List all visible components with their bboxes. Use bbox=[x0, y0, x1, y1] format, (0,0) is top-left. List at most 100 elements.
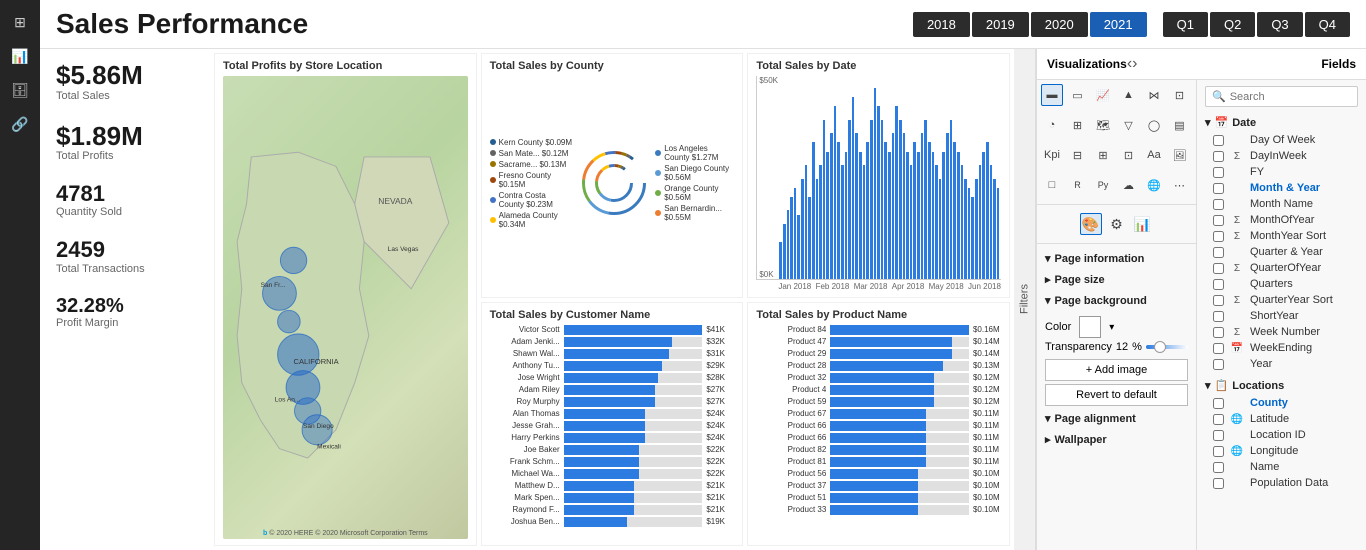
hbar-value: $0.12M bbox=[973, 373, 1001, 382]
fields-search-box[interactable]: 🔍 bbox=[1205, 86, 1358, 107]
hbar-track bbox=[564, 481, 703, 491]
field-checkbox[interactable] bbox=[1213, 247, 1224, 258]
revert-default-button[interactable]: Revert to default bbox=[1045, 384, 1188, 406]
year-2018-button[interactable]: 2018 bbox=[913, 12, 970, 37]
viz-icon-funnel[interactable]: ▽ bbox=[1118, 114, 1140, 136]
field-label: Year bbox=[1250, 358, 1272, 370]
sidebar-data-icon[interactable]: 🗄 bbox=[4, 76, 36, 104]
page-bg-header[interactable]: ▾ Page background bbox=[1037, 290, 1196, 311]
field-checkbox[interactable] bbox=[1213, 462, 1224, 473]
format-divider bbox=[1037, 243, 1196, 244]
field-checkbox[interactable] bbox=[1213, 446, 1224, 457]
q1-button[interactable]: Q1 bbox=[1163, 12, 1208, 37]
hbar-value: $28K bbox=[706, 373, 734, 382]
field-checkbox[interactable] bbox=[1213, 135, 1224, 146]
fields-search-input[interactable] bbox=[1230, 91, 1366, 103]
page-size-header[interactable]: ▸ Page size bbox=[1037, 269, 1196, 290]
hbar-product-name: Product 81 bbox=[756, 457, 826, 466]
bar bbox=[971, 197, 974, 279]
field-section-header-date[interactable]: ▾📅Date bbox=[1205, 113, 1358, 132]
year-2021-button[interactable]: 2021 bbox=[1090, 12, 1147, 37]
field-checkbox[interactable] bbox=[1213, 311, 1224, 322]
svg-text:Las Vegas: Las Vegas bbox=[388, 246, 419, 253]
field-checkbox[interactable] bbox=[1213, 151, 1224, 162]
wallpaper-header[interactable]: ▸ Wallpaper bbox=[1037, 429, 1196, 450]
field-checkbox[interactable] bbox=[1213, 414, 1224, 425]
q2-button[interactable]: Q2 bbox=[1210, 12, 1255, 37]
year-2019-button[interactable]: 2019 bbox=[972, 12, 1029, 37]
page-alignment-header[interactable]: ▾ Page alignment bbox=[1037, 408, 1196, 429]
viz-icon-more[interactable]: ⋯ bbox=[1169, 174, 1191, 196]
hbar-fill bbox=[564, 397, 656, 407]
sidebar-home-icon[interactable]: ⊞ bbox=[4, 8, 36, 36]
field-checkbox[interactable] bbox=[1213, 263, 1224, 274]
q3-button[interactable]: Q3 bbox=[1257, 12, 1302, 37]
hbar-fill bbox=[830, 457, 926, 467]
viz-icon-slicer[interactable]: ⊟ bbox=[1067, 144, 1089, 166]
field-checkbox[interactable] bbox=[1213, 430, 1224, 441]
viz-icon-image[interactable]: 🖼 bbox=[1169, 144, 1191, 166]
field-checkbox[interactable] bbox=[1213, 327, 1224, 338]
field-checkbox[interactable] bbox=[1213, 398, 1224, 409]
sidebar-report-icon[interactable]: 📊 bbox=[4, 42, 36, 70]
field-label: Quarter & Year bbox=[1250, 246, 1323, 258]
field-checkbox[interactable] bbox=[1213, 199, 1224, 210]
format-paint-icon[interactable]: 🎨 bbox=[1080, 213, 1102, 235]
viz-icon-map[interactable]: 🗺 bbox=[1092, 114, 1114, 136]
format-gear-icon[interactable]: ⚙ bbox=[1106, 213, 1128, 235]
viz-icon-kpi[interactable]: Kpi bbox=[1041, 144, 1063, 166]
viz-icon-treemap[interactable]: ⊞ bbox=[1067, 114, 1089, 136]
q4-button[interactable]: Q4 bbox=[1305, 12, 1350, 37]
viz-icon-py[interactable]: Py bbox=[1092, 174, 1114, 196]
legend-la: Los Angeles County $1.27M bbox=[655, 144, 734, 162]
dashboard-body: $5.86M Total Sales $1.89M Total Profits … bbox=[40, 49, 1366, 550]
dropdown-arrow[interactable]: ▾ bbox=[1109, 322, 1114, 333]
field-checkbox[interactable] bbox=[1213, 295, 1224, 306]
right-nav-right[interactable]: › bbox=[1132, 55, 1137, 73]
color-swatch[interactable] bbox=[1079, 316, 1101, 338]
viz-icon-shape[interactable]: □ bbox=[1041, 174, 1063, 196]
field-section-header-locations[interactable]: ▾📋Locations bbox=[1205, 376, 1358, 395]
add-image-button[interactable]: + Add image bbox=[1045, 359, 1188, 381]
viz-icon-line[interactable]: 📈 bbox=[1092, 84, 1114, 106]
format-analytics-icon[interactable]: 📊 bbox=[1132, 213, 1154, 235]
field-label: QuarterOfYear bbox=[1250, 262, 1321, 274]
viz-icon-card[interactable]: ▤ bbox=[1169, 114, 1191, 136]
bar bbox=[888, 152, 891, 279]
field-checkbox[interactable] bbox=[1213, 167, 1224, 178]
year-2020-button[interactable]: 2020 bbox=[1031, 12, 1088, 37]
hbar-fill bbox=[564, 337, 672, 347]
hbar-customer-name: Joshua Ben... bbox=[490, 517, 560, 526]
field-checkbox[interactable] bbox=[1213, 359, 1224, 370]
viz-icon-bar[interactable]: ▬ bbox=[1041, 84, 1063, 106]
field-checkbox[interactable] bbox=[1213, 478, 1224, 489]
filters-strip[interactable]: Filters bbox=[1014, 49, 1036, 550]
viz-icon-pie[interactable]: ◔ bbox=[1041, 114, 1063, 136]
hbar-value: $24K bbox=[706, 409, 734, 418]
field-checkbox[interactable] bbox=[1213, 231, 1224, 242]
viz-icon-col[interactable]: ▭ bbox=[1067, 84, 1089, 106]
viz-icon-ribbon[interactable]: ⋈ bbox=[1143, 84, 1165, 106]
chevron-icon: ▾ bbox=[1205, 379, 1211, 392]
viz-icon-area[interactable]: ▲ bbox=[1118, 84, 1140, 106]
field-checkbox[interactable] bbox=[1213, 279, 1224, 290]
viz-icon-cloud[interactable]: ☁ bbox=[1118, 174, 1140, 196]
viz-icon-gauge[interactable]: ◯ bbox=[1143, 114, 1165, 136]
donut-legend-left: Kern County $0.09M San Mate... $0.12M Sa… bbox=[490, 138, 574, 229]
field-checkbox[interactable] bbox=[1213, 343, 1224, 354]
page-info-header[interactable]: ▾ Page information bbox=[1037, 248, 1196, 269]
sidebar-model-icon[interactable]: 🔗 bbox=[4, 110, 36, 138]
hbar-customer-name: Jose Wright bbox=[490, 373, 560, 382]
transparency-slider[interactable] bbox=[1146, 345, 1188, 349]
hbar-fill bbox=[564, 457, 639, 467]
viz-icon-globe[interactable]: 🌐 bbox=[1143, 174, 1165, 196]
field-checkbox[interactable] bbox=[1213, 183, 1224, 194]
viz-icon-matrix[interactable]: ⊡ bbox=[1118, 144, 1140, 166]
viz-icon-table[interactable]: ⊞ bbox=[1092, 144, 1114, 166]
field-type-icon: 🌐 bbox=[1230, 414, 1244, 425]
field-checkbox[interactable] bbox=[1213, 215, 1224, 226]
hbar-track bbox=[830, 445, 969, 455]
viz-icon-r[interactable]: R bbox=[1067, 174, 1089, 196]
viz-icon-text[interactable]: Aa bbox=[1143, 144, 1165, 166]
viz-icon-scatter[interactable]: ⊡ bbox=[1169, 84, 1191, 106]
